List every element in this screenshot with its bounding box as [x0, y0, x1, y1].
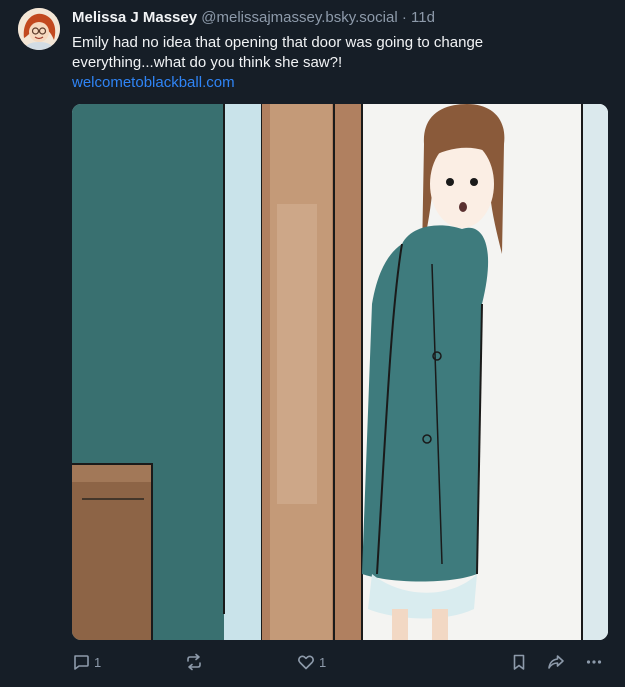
bookmark-icon — [510, 653, 528, 671]
like-button[interactable]: 1 — [297, 651, 326, 673]
reply-count: 1 — [94, 654, 102, 670]
separator-dot: · — [401, 9, 407, 26]
bookmark-button[interactable] — [510, 651, 528, 673]
share-button[interactable] — [547, 651, 565, 673]
post-card[interactable]: Melissa J Massey @melissajmassey.bsky.so… — [0, 0, 625, 687]
post-link[interactable]: welcometoblackball.com — [72, 74, 235, 92]
author-name[interactable]: Melissa J Massey — [72, 9, 197, 26]
repost-arrows-icon — [185, 653, 203, 671]
post-header: Melissa J Massey @melissajmassey.bsky.so… — [72, 9, 435, 27]
more-options-button[interactable] — [585, 651, 603, 673]
speech-bubble-icon — [72, 653, 90, 671]
ellipsis-icon — [585, 653, 603, 671]
post-timestamp[interactable]: 11d — [411, 9, 435, 26]
reply-button[interactable]: 1 — [72, 651, 101, 673]
heart-icon — [297, 653, 315, 671]
like-count: 1 — [319, 654, 327, 670]
repost-button[interactable] — [185, 651, 203, 673]
author-avatar[interactable] — [18, 8, 60, 50]
share-arrow-icon — [547, 653, 565, 671]
post-actions: 1 1 — [0, 651, 625, 673]
post-image[interactable] — [72, 104, 608, 640]
post-text: Emily had no idea that opening that door… — [72, 34, 484, 71]
author-handle[interactable]: @melissajmassey.bsky.social — [201, 9, 397, 26]
